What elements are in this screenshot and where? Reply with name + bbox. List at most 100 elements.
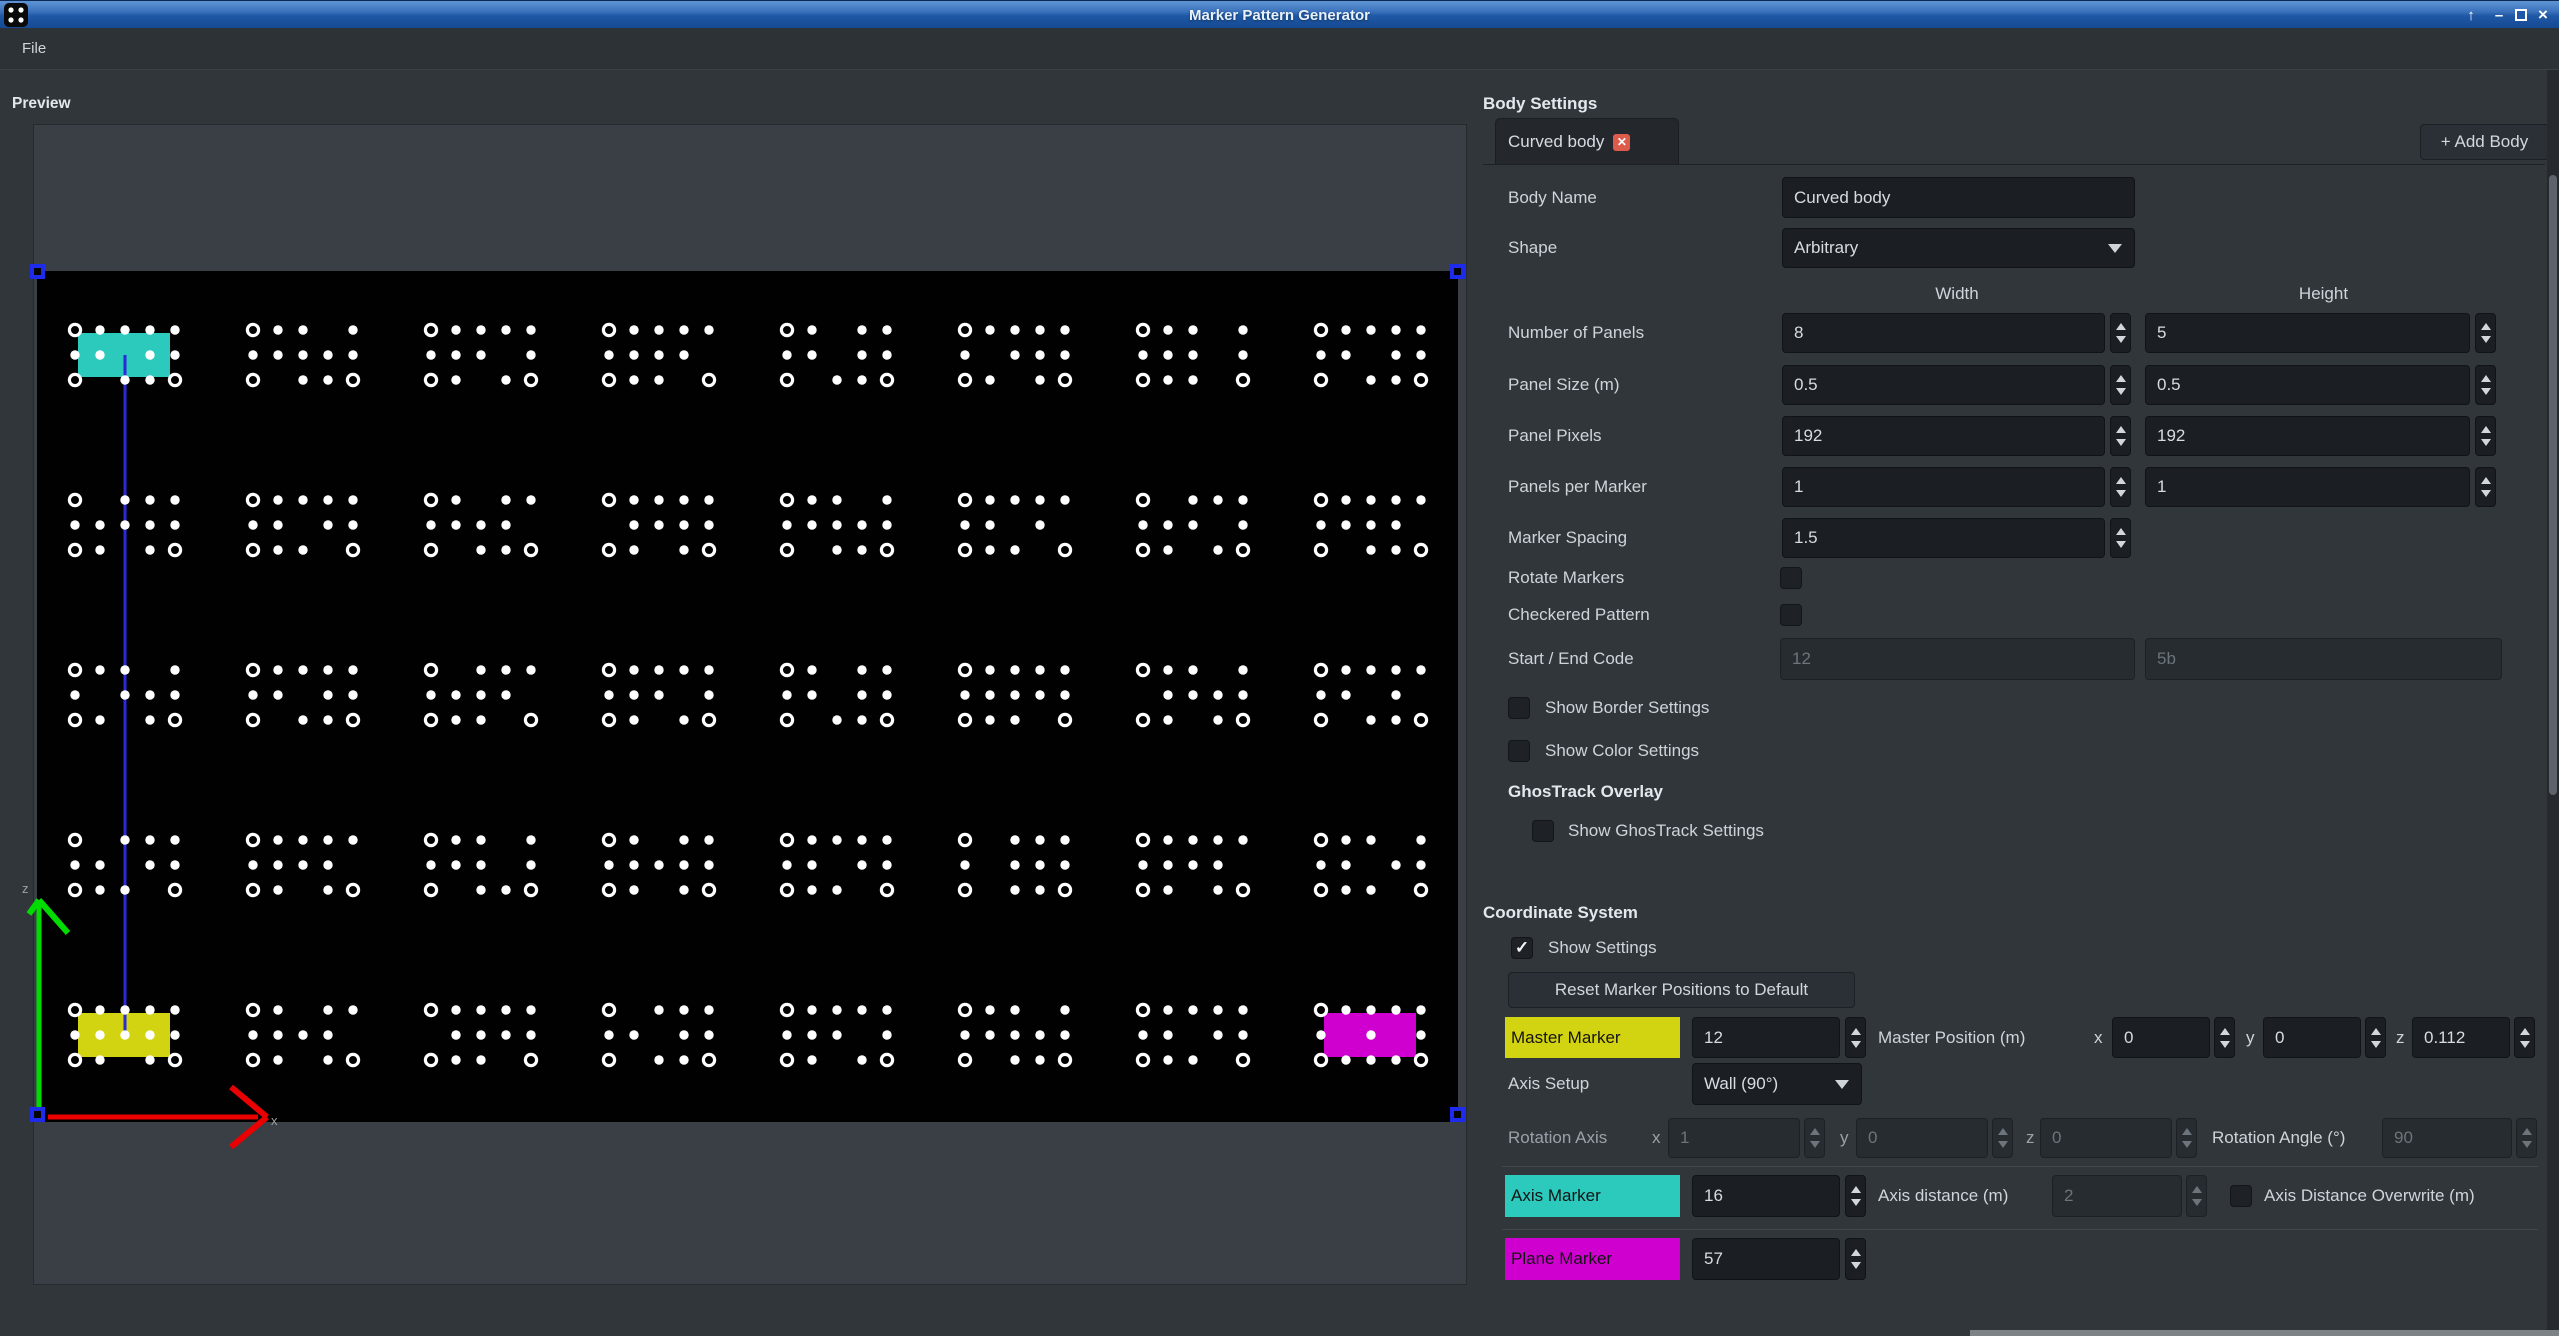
number-of-panels-height-input[interactable]: 5 xyxy=(2145,313,2470,353)
marker-spacing-input[interactable]: 1.5 xyxy=(1782,518,2105,558)
shape-dropdown[interactable]: Arbitrary xyxy=(1782,228,2135,268)
marker-dot xyxy=(704,1030,713,1039)
marker-dot xyxy=(1188,520,1197,529)
coord-show-settings-checkbox[interactable]: ✓ xyxy=(1511,937,1533,959)
checkered-pattern-checkbox[interactable] xyxy=(1780,604,1802,626)
panel-size-width-input[interactable]: 0.5 xyxy=(1782,365,2105,405)
application-window: Marker Pattern Generator ↑ – × File Prev… xyxy=(0,0,2559,1336)
marker-dot xyxy=(298,835,307,844)
panel-size-height-stepper[interactable] xyxy=(2475,365,2496,405)
marker-dot xyxy=(807,860,816,869)
marker-dot xyxy=(348,665,357,674)
panels-per-marker-width-stepper[interactable] xyxy=(2110,467,2131,507)
master-z-input[interactable]: 0.112 xyxy=(2412,1017,2510,1058)
panels-per-marker-height-stepper[interactable] xyxy=(2475,467,2496,507)
marker-dot xyxy=(476,835,485,844)
marker-dot xyxy=(170,835,179,844)
shade-window-icon[interactable]: ↑ xyxy=(2460,1,2482,29)
master-marker-id-stepper[interactable] xyxy=(1845,1017,1866,1058)
rotate-markers-checkbox[interactable] xyxy=(1780,567,1802,589)
marker-dot xyxy=(451,495,460,504)
show-border-settings-checkbox[interactable] xyxy=(1508,697,1530,719)
panel-pixels-width-stepper[interactable] xyxy=(2110,416,2131,456)
title-bar[interactable]: Marker Pattern Generator ↑ – × xyxy=(0,0,2559,28)
add-body-button[interactable]: + Add Body xyxy=(2420,124,2549,160)
rotation-y-input[interactable]: 0 xyxy=(1856,1118,1988,1158)
marker-spacing-stepper[interactable] xyxy=(2110,518,2131,558)
marker-dot xyxy=(348,835,357,844)
body-name-input[interactable]: Curved body xyxy=(1782,177,2135,218)
marker-dot xyxy=(348,495,357,504)
reset-marker-positions-button[interactable]: Reset Marker Positions to Default xyxy=(1508,972,1855,1008)
master-x-stepper[interactable] xyxy=(2214,1017,2235,1058)
marker-dot xyxy=(1238,520,1247,529)
show-color-settings-checkbox[interactable] xyxy=(1508,740,1530,762)
panel-size-height-input[interactable]: 0.5 xyxy=(2145,365,2470,405)
canvas-resize-handle-bottom-left[interactable] xyxy=(30,1107,45,1122)
axis-distance-stepper[interactable] xyxy=(2186,1175,2207,1217)
number-of-panels-height-stepper[interactable] xyxy=(2475,313,2496,353)
canvas-resize-handle-top-left[interactable] xyxy=(30,264,45,279)
marker-dot xyxy=(1316,860,1325,869)
panel-pixels-height-stepper[interactable] xyxy=(2475,416,2496,456)
close-icon[interactable]: × xyxy=(2532,1,2554,29)
tab-curved-body[interactable]: Curved body ✕ xyxy=(1495,118,1679,165)
master-y-input[interactable]: 0 xyxy=(2263,1017,2361,1058)
marker-dot xyxy=(451,325,460,334)
canvas-resize-handle-top-right[interactable] xyxy=(1450,264,1465,279)
axis-distance-label: Axis distance (m) xyxy=(1878,1175,2008,1217)
panel-pixels-height-input[interactable]: 192 xyxy=(2145,416,2470,456)
rotation-y-label: y xyxy=(1840,1118,1849,1158)
rotation-angle-stepper[interactable] xyxy=(2516,1118,2537,1158)
marker-dot xyxy=(170,495,179,504)
maximize-icon[interactable] xyxy=(2510,1,2532,29)
panel-size-width-stepper[interactable] xyxy=(2110,365,2131,405)
marker-dot xyxy=(1035,325,1044,334)
number-of-panels-width-stepper[interactable] xyxy=(2110,313,2131,353)
number-of-panels-width-input[interactable]: 8 xyxy=(1782,313,2105,353)
axis-marker-id-input[interactable]: 16 xyxy=(1692,1175,1840,1217)
marker-dot xyxy=(273,495,282,504)
plane-marker-id-stepper[interactable] xyxy=(1845,1238,1866,1280)
axis-distance-input[interactable]: 2 xyxy=(2052,1175,2182,1217)
number-of-panels-label: Number of Panels xyxy=(1508,313,1644,353)
plane-marker-id-input[interactable]: 57 xyxy=(1692,1238,1840,1280)
master-z-stepper[interactable] xyxy=(2514,1017,2535,1058)
axis-distance-overwrite-checkbox[interactable] xyxy=(2230,1185,2252,1207)
minimize-icon[interactable]: – xyxy=(2488,1,2510,29)
marker-dot xyxy=(679,350,688,359)
marker-dot xyxy=(882,690,891,699)
marker-pattern-canvas[interactable]: zx xyxy=(20,125,1467,1285)
marker-dot xyxy=(501,375,510,384)
panel-pixels-width-input[interactable]: 192 xyxy=(1782,416,2105,456)
scrollbar-handle[interactable] xyxy=(2549,175,2557,795)
rotation-x-stepper[interactable] xyxy=(1804,1118,1825,1158)
master-y-stepper[interactable] xyxy=(2365,1017,2386,1058)
master-marker-id-input[interactable]: 12 xyxy=(1692,1017,1840,1058)
end-code-input[interactable]: 5b xyxy=(2145,638,2502,680)
master-x-input[interactable]: 0 xyxy=(2112,1017,2210,1058)
marker-dot xyxy=(679,545,688,554)
canvas-resize-handle-bottom-right[interactable] xyxy=(1450,1107,1465,1122)
menu-file[interactable]: File xyxy=(14,28,54,69)
rotation-y-stepper[interactable] xyxy=(1992,1118,2013,1158)
axis-marker-id-stepper[interactable] xyxy=(1845,1175,1866,1217)
rotation-angle-label: Rotation Angle (°) xyxy=(2212,1118,2345,1158)
panels-per-marker-width-input[interactable]: 1 xyxy=(1782,467,2105,507)
marker-dot xyxy=(451,520,460,529)
marker-dot xyxy=(704,520,713,529)
rotation-z-stepper[interactable] xyxy=(2176,1118,2197,1158)
rotation-angle-input[interactable]: 90 xyxy=(2382,1118,2512,1158)
marker-dot xyxy=(1238,1005,1247,1014)
marker-dot xyxy=(1391,520,1400,529)
tab-close-icon[interactable]: ✕ xyxy=(1613,134,1630,151)
rotation-z-input[interactable]: 0 xyxy=(2040,1118,2172,1158)
rotation-x-input[interactable]: 1 xyxy=(1668,1118,1800,1158)
start-code-input[interactable]: 12 xyxy=(1780,638,2135,680)
marker-dot xyxy=(1188,665,1197,674)
marker-dot xyxy=(1366,545,1375,554)
marker-dot xyxy=(323,375,332,384)
show-ghostrack-settings-checkbox[interactable] xyxy=(1532,820,1554,842)
panels-per-marker-height-input[interactable]: 1 xyxy=(2145,467,2470,507)
axis-setup-dropdown[interactable]: Wall (90°) xyxy=(1692,1063,1862,1105)
